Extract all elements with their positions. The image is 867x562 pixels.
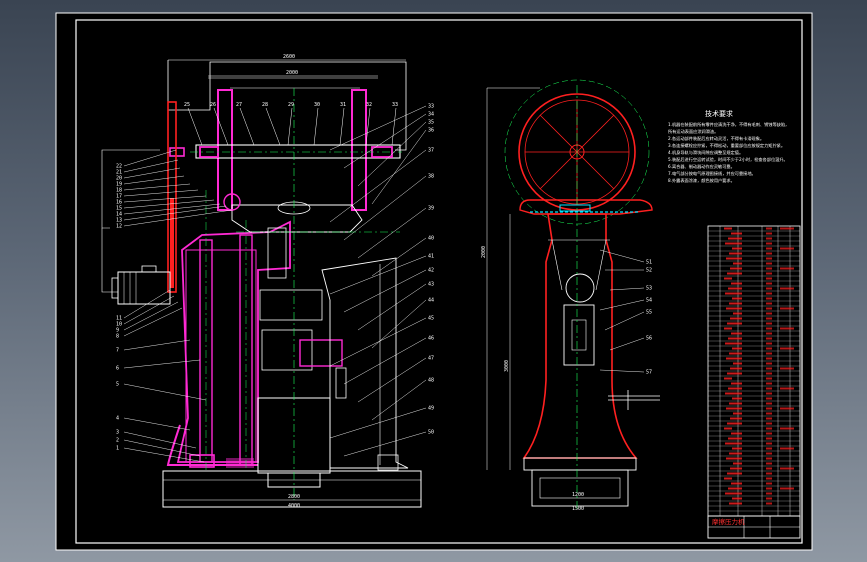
part-label: 40: [428, 236, 434, 242]
part-label: 48: [428, 378, 434, 384]
part-label: 46: [428, 336, 434, 342]
note-line: 7.电气部分按电气原理图接线，并应可靠接地。: [668, 170, 756, 177]
part-label: 56: [646, 336, 652, 342]
part-label: 35: [428, 120, 434, 126]
part-label: 7: [116, 348, 119, 354]
note-line: 8.外露表面涂漆，颜色按用户要求。: [668, 177, 735, 184]
part-label: 33: [392, 102, 398, 108]
part-label: 6: [116, 366, 119, 372]
part-label: 25: [184, 102, 190, 108]
part-label: 39: [428, 206, 434, 212]
part-label: 3: [116, 430, 119, 436]
part-label: 52: [646, 268, 652, 274]
side-dim-1500: 1500: [572, 506, 584, 512]
part-label: 29: [288, 102, 294, 108]
part-label: 4: [116, 416, 119, 422]
title-block-name: 摩擦压力机: [712, 517, 745, 526]
cad-drawing: 2600 2000 2800 4000 25 26 27 28 29 30 31 32 33 2…: [55, 12, 813, 551]
part-label: 51: [646, 260, 652, 266]
dim-2600: 2600: [283, 54, 295, 60]
side-dim-3000: 3000: [504, 360, 510, 372]
note-line: 1.机器在装配前所有零件应清洗干净，不得有毛刺、锈蚀等缺陷，: [668, 121, 789, 128]
part-label: 41: [428, 254, 434, 260]
dim-4000: 4000: [288, 503, 300, 509]
note-line: 所有运动表面应涂润滑油。: [668, 128, 718, 135]
part-label: 49: [428, 406, 434, 412]
part-label: 57: [646, 370, 652, 376]
notes-title: 技术要求: [705, 109, 733, 118]
part-label: 37: [428, 148, 434, 154]
dim-2800: 2800: [288, 494, 300, 500]
note-line: 5.装配后进行空运转试验，时间不少于2小时，检查各部位温升。: [668, 156, 788, 163]
part-label: 42: [428, 268, 434, 274]
part-label: 28: [262, 102, 268, 108]
note-line: 3.各连接螺栓应拧紧，不得松动，重要部位应按规定力矩拧紧。: [668, 142, 785, 149]
part-label: 55: [646, 310, 652, 316]
part-label: 45: [428, 316, 434, 322]
part-label: 43: [428, 282, 434, 288]
side-dim-1200: 1200: [572, 492, 584, 498]
part-label: 30: [314, 102, 320, 108]
part-label: 1: [116, 446, 119, 452]
part-label: 2: [116, 438, 119, 444]
part-label: 34: [428, 112, 434, 118]
dim-2000: 2000: [286, 70, 298, 76]
part-label: 53: [646, 286, 652, 292]
part-label: 36: [428, 128, 434, 134]
part-label: 5: [116, 382, 119, 388]
note-line: 4.机身导轨与滑块间隙应调整至规定值。: [668, 149, 743, 156]
part-label: 54: [646, 298, 652, 304]
part-label: 44: [428, 298, 434, 304]
part-label: 31: [340, 102, 346, 108]
part-label: 38: [428, 174, 434, 180]
part-label: 32: [366, 102, 372, 108]
part-label: 27: [236, 102, 242, 108]
part-label: 26: [210, 102, 216, 108]
note-line: 6.离合器、制动器动作应灵敏可靠。: [668, 163, 735, 170]
part-label: 47: [428, 356, 434, 362]
part-label: 33: [428, 104, 434, 110]
note-line: 2.各运动部件装配后应转动灵活，不得有卡滞现象。: [668, 135, 764, 142]
part-label: 8: [116, 334, 119, 340]
part-label: 12: [116, 224, 122, 230]
part-label: 50: [428, 430, 434, 436]
side-dim-2000: 2000: [481, 246, 487, 258]
